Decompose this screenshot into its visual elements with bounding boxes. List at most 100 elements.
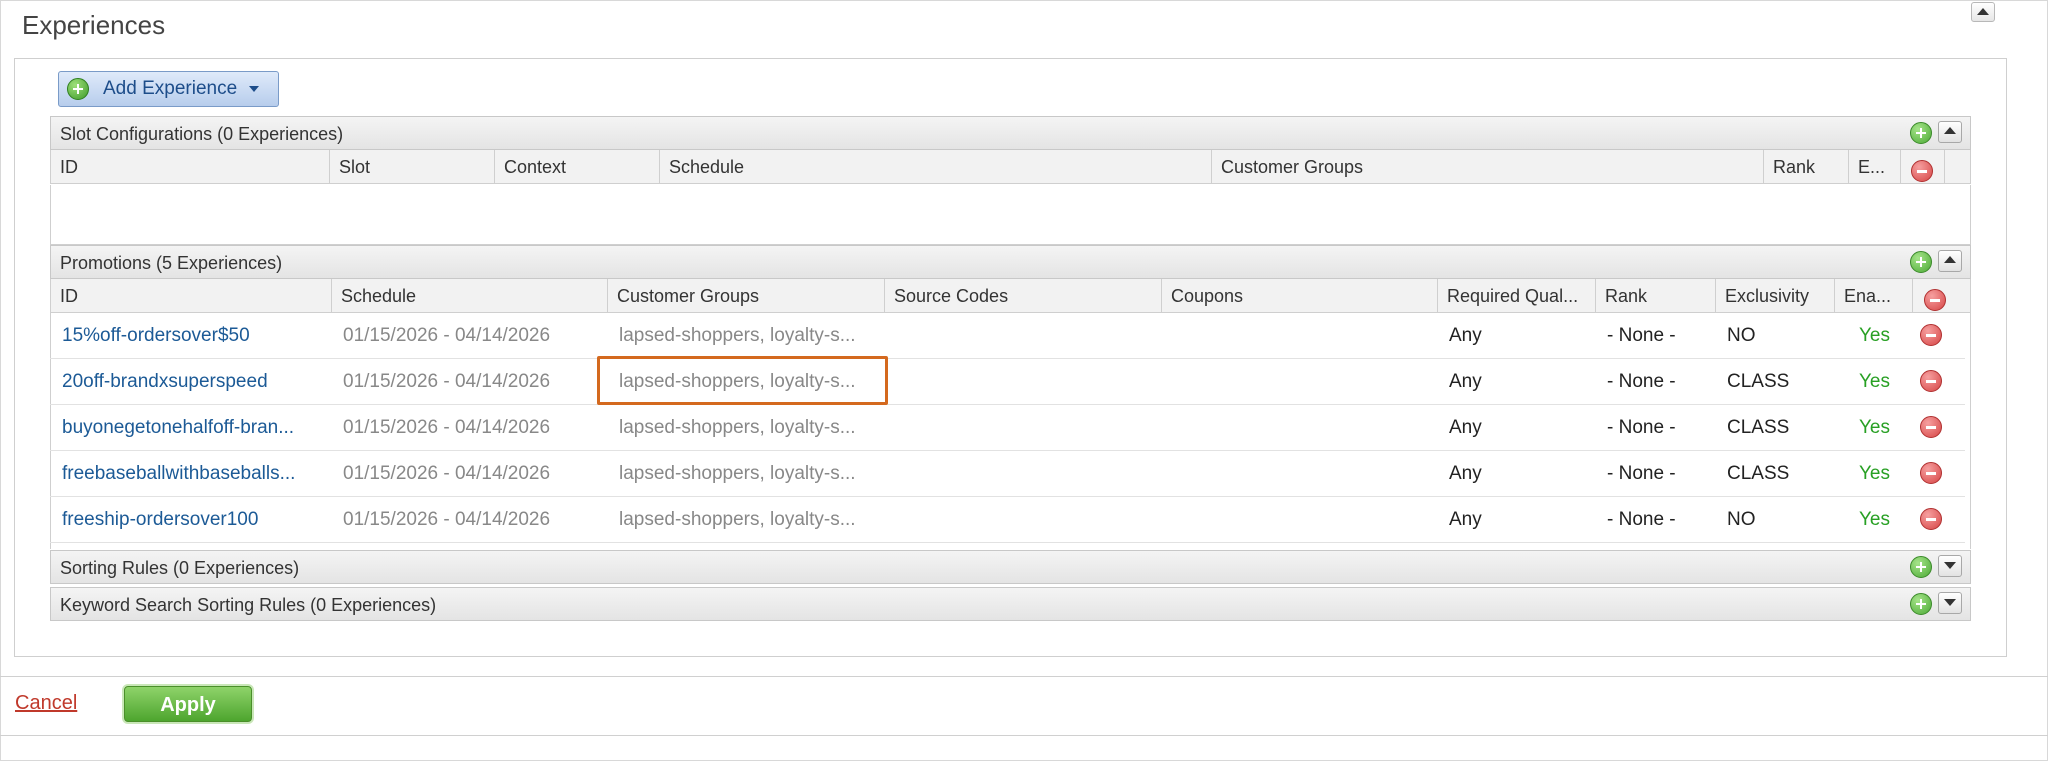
slot-configurations-column-header: ID Slot Context Schedule Customer Groups… <box>50 150 1971 184</box>
exclusivity-cell: CLASS <box>1727 371 1790 392</box>
customer-group: loyalty-s... <box>770 509 856 530</box>
promotions-title: Promotions (5 Experiences) <box>60 253 283 273</box>
column-header-enabled[interactable]: Ena... <box>1835 279 1913 312</box>
rank-cell: - None - <box>1607 417 1676 438</box>
add-experience-label: Add Experience <box>103 78 238 99</box>
rank-cell: - None - <box>1607 509 1676 530</box>
collapse-panel-button[interactable] <box>1971 2 1995 22</box>
rank-cell: - None - <box>1607 371 1676 392</box>
column-header-customer-groups[interactable]: Customer Groups <box>1212 150 1764 183</box>
footer-divider-bottom <box>0 735 2048 736</box>
column-header-source-codes[interactable]: Source Codes <box>885 279 1162 312</box>
slot-configurations-empty-body <box>50 185 1971 245</box>
expand-keyword-sorting-rules-button[interactable] <box>1938 592 1962 614</box>
column-header-enabled[interactable]: E... <box>1849 150 1901 183</box>
exclusivity-cell: CLASS <box>1727 463 1790 484</box>
apply-button[interactable]: Apply <box>124 686 252 722</box>
minus-circle-icon[interactable] <box>1920 324 1942 346</box>
promotion-id-link[interactable]: 20off-brandxsuperspeed <box>50 359 331 404</box>
caret-down-icon <box>249 86 260 92</box>
customer-groups-cell[interactable]: lapsed-shoppers, loyalty-s... <box>607 405 884 450</box>
promotions-header[interactable]: Promotions (5 Experiences) <box>50 245 1971 279</box>
minus-circle-icon[interactable] <box>1920 462 1942 484</box>
table-row[interactable]: 20off-brandxsuperspeed 01/15/2026 - 04/1… <box>50 359 1965 405</box>
table-row[interactable]: freeship-ordersover100 01/15/2026 - 04/1… <box>50 497 1965 543</box>
expand-down-icon <box>1944 562 1956 569</box>
add-experience-button[interactable]: Add Experience <box>58 71 279 107</box>
sorting-rules-header[interactable]: Sorting Rules (0 Experiences) <box>50 550 1971 584</box>
expand-sorting-rules-button[interactable] <box>1938 555 1962 577</box>
minus-circle-icon[interactable] <box>1920 508 1942 530</box>
schedule-cell: 01/15/2026 - 04/14/2026 <box>343 417 551 438</box>
add-sorting-rule-icon[interactable] <box>1910 556 1932 578</box>
customer-group: loyalty-s... <box>770 325 856 346</box>
expand-down-icon <box>1944 599 1956 606</box>
enabled-cell: Yes <box>1859 417 1890 438</box>
sorting-rules-title: Sorting Rules (0 Experiences) <box>60 558 300 578</box>
column-header-slot[interactable]: Slot <box>330 150 495 183</box>
minus-circle-icon[interactable] <box>1924 289 1946 311</box>
column-header-schedule[interactable]: Schedule <box>332 279 608 312</box>
customer-groups-cell[interactable]: lapsed-shoppers, loyalty-s... <box>607 497 884 542</box>
rank-cell: - None - <box>1607 463 1676 484</box>
collapse-slot-configurations-button[interactable] <box>1938 121 1962 143</box>
add-promotion-icon[interactable] <box>1910 251 1932 273</box>
slot-configurations-header[interactable]: Slot Configurations (0 Experiences) <box>50 116 1971 150</box>
schedule-cell: 01/15/2026 - 04/14/2026 <box>343 325 551 346</box>
column-header-context[interactable]: Context <box>495 150 660 183</box>
customer-groups-highlight <box>597 356 888 405</box>
required-cell: Any <box>1449 371 1482 392</box>
collapse-up-icon <box>1977 8 1989 15</box>
customer-group: lapsed-shoppers <box>619 325 760 346</box>
footer-divider <box>0 676 2048 677</box>
collapse-up-icon <box>1944 256 1956 263</box>
required-cell: Any <box>1449 463 1482 484</box>
enabled-cell: Yes <box>1859 509 1890 530</box>
column-header-rank[interactable]: Rank <box>1764 150 1849 183</box>
column-header-id[interactable]: ID <box>51 150 330 183</box>
keyword-sorting-rules-title: Keyword Search Sorting Rules (0 Experien… <box>60 595 437 615</box>
plus-circle-icon <box>67 78 89 100</box>
cancel-link[interactable]: Cancel <box>15 692 77 715</box>
exclusivity-cell: CLASS <box>1727 417 1790 438</box>
column-header-customer-groups[interactable]: Customer Groups <box>608 279 885 312</box>
exclusivity-cell: NO <box>1727 509 1756 530</box>
add-slot-configuration-icon[interactable] <box>1910 122 1932 144</box>
column-header-id[interactable]: ID <box>51 279 332 312</box>
collapse-up-icon <box>1944 127 1956 134</box>
add-keyword-sorting-rule-icon[interactable] <box>1910 593 1932 615</box>
schedule-cell: 01/15/2026 - 04/14/2026 <box>343 463 551 484</box>
promotion-id-link[interactable]: freeship-ordersover100 <box>50 497 331 542</box>
enabled-cell: Yes <box>1859 463 1890 484</box>
table-row[interactable]: 15%off-ordersover$50 01/15/2026 - 04/14/… <box>50 313 1965 359</box>
customer-group: lapsed-shoppers <box>619 417 760 438</box>
promotion-id-link[interactable]: buyonegetonehalfoff-bran... <box>50 405 331 450</box>
required-cell: Any <box>1449 509 1482 530</box>
column-header-rank[interactable]: Rank <box>1596 279 1716 312</box>
slot-configurations-title: Slot Configurations (0 Experiences) <box>60 124 344 144</box>
enabled-cell: Yes <box>1859 325 1890 346</box>
column-header-exclusivity[interactable]: Exclusivity <box>1716 279 1835 312</box>
exclusivity-cell: NO <box>1727 325 1756 346</box>
schedule-cell: 01/15/2026 - 04/14/2026 <box>343 509 551 530</box>
minus-circle-icon[interactable] <box>1911 160 1933 182</box>
customer-group: loyalty-s... <box>770 417 856 438</box>
keyword-sorting-rules-header[interactable]: Keyword Search Sorting Rules (0 Experien… <box>50 587 1971 621</box>
page-title: Experiences <box>22 10 166 40</box>
minus-circle-icon[interactable] <box>1920 416 1942 438</box>
schedule-cell: 01/15/2026 - 04/14/2026 <box>343 371 551 392</box>
column-header-coupons[interactable]: Coupons <box>1162 279 1438 312</box>
promotion-id-link[interactable]: freebaseballwithbaseballs... <box>50 451 331 496</box>
column-header-required-qualifiers[interactable]: Required Qual... <box>1438 279 1596 312</box>
table-row[interactable]: buyonegetonehalfoff-bran... 01/15/2026 -… <box>50 405 1965 451</box>
promotions-column-header: ID Schedule Customer Groups Source Codes… <box>50 279 1971 313</box>
column-header-schedule[interactable]: Schedule <box>660 150 1212 183</box>
required-cell: Any <box>1449 325 1482 346</box>
enabled-cell: Yes <box>1859 371 1890 392</box>
collapse-promotions-button[interactable] <box>1938 250 1962 272</box>
customer-groups-cell[interactable]: lapsed-shoppers, loyalty-s... <box>607 313 884 358</box>
customer-groups-cell[interactable]: lapsed-shoppers, loyalty-s... <box>607 451 884 496</box>
minus-circle-icon[interactable] <box>1920 370 1942 392</box>
promotion-id-link[interactable]: 15%off-ordersover$50 <box>50 313 331 358</box>
table-row[interactable]: freebaseballwithbaseballs... 01/15/2026 … <box>50 451 1965 497</box>
